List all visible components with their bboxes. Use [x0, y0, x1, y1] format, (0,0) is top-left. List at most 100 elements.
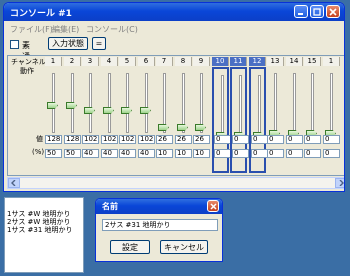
percent-cell[interactable]: 50 — [45, 149, 62, 158]
value-cell[interactable]: 128 — [45, 135, 62, 144]
sudori-checkbox[interactable] — [10, 40, 19, 49]
fader-track[interactable] — [145, 73, 148, 133]
percent-cell[interactable]: 0 — [304, 149, 321, 158]
console-title: コンソール #1 — [10, 9, 72, 19]
channel-column: 26 10 — [156, 67, 173, 173]
percent-cell[interactable]: 0 — [251, 149, 268, 158]
percent-cell[interactable]: 10 — [175, 149, 192, 158]
percent-cell[interactable]: 40 — [119, 149, 136, 158]
channel-header[interactable]: 5 — [119, 57, 136, 66]
fader-thumb[interactable] — [121, 107, 132, 114]
percent-cell[interactable]: 0 — [286, 149, 303, 158]
channel-header[interactable]: 11 — [230, 57, 247, 66]
close-icon — [209, 202, 217, 210]
ok-button[interactable]: 設定 — [110, 240, 150, 254]
value-cell[interactable]: 0 — [267, 135, 284, 144]
percent-cell[interactable]: 40 — [101, 149, 118, 158]
dialog-titlebar[interactable]: 名前 — [96, 199, 222, 214]
value-cell[interactable]: 0 — [232, 135, 249, 144]
channel-header[interactable]: 4 — [101, 57, 118, 66]
channel-header[interactable]: 9 — [193, 57, 210, 66]
input-state-button[interactable]: 入力状態 — [48, 37, 88, 50]
percent-cell[interactable]: 40 — [82, 149, 99, 158]
equals-button[interactable]: = — [92, 37, 106, 50]
channel-header[interactable]: 7 — [156, 57, 173, 66]
channel-column: 102 40 — [138, 67, 155, 173]
value-cell[interactable]: 102 — [119, 135, 136, 144]
fader-thumb[interactable] — [66, 102, 77, 109]
value-cell[interactable]: 0 — [323, 135, 340, 144]
scroll-left-button[interactable] — [8, 178, 20, 188]
channel-column: 26 10 — [193, 67, 210, 173]
fader-track[interactable] — [108, 73, 111, 133]
cancel-button[interactable]: キャンセル — [160, 240, 208, 254]
percent-cell[interactable]: 10 — [156, 149, 173, 158]
channel-header[interactable]: 14 — [286, 57, 303, 66]
horizontal-scrollbar[interactable] — [7, 177, 344, 189]
percent-cell[interactable]: 0 — [267, 149, 284, 158]
channel-header[interactable]: 13 — [267, 57, 284, 66]
fader-thumb[interactable] — [158, 124, 169, 131]
value-cell[interactable]: 102 — [82, 135, 99, 144]
channel-header[interactable]: 10 — [212, 57, 229, 66]
menu-edit[interactable]: 編集(E) — [52, 24, 79, 35]
fader-track[interactable] — [89, 73, 92, 133]
menu-file[interactable]: ファイル(F) — [10, 24, 53, 35]
channel-list[interactable]: 1サス #W 地明かり 2サス #W 地明かり 1サス #31 地明かり — [4, 197, 84, 273]
value-cell[interactable]: 26 — [193, 135, 210, 144]
dialog-title: 名前 — [102, 202, 118, 211]
channel-header[interactable]: 12 — [249, 57, 266, 66]
fader-thumb[interactable] — [103, 107, 114, 114]
fader-thumb[interactable] — [195, 124, 206, 131]
channel-column: 00 — [230, 67, 249, 173]
value-cell[interactable]: 102 — [101, 135, 118, 144]
channel-header[interactable]: 2 — [64, 57, 81, 66]
minimize-button[interactable] — [294, 5, 308, 18]
fader-track[interactable] — [221, 75, 224, 135]
percent-cell[interactable]: 0 — [214, 149, 231, 158]
close-button[interactable] — [326, 5, 340, 18]
percent-cell[interactable]: 40 — [138, 149, 155, 158]
value-cell[interactable]: 0 — [286, 135, 303, 144]
fader-track[interactable] — [258, 75, 261, 135]
value-cell[interactable]: 102 — [138, 135, 155, 144]
fader-track[interactable] — [330, 73, 333, 133]
channel-header[interactable]: 8 — [175, 57, 192, 66]
fader-track[interactable] — [311, 73, 314, 133]
percent-cell[interactable]: 50 — [64, 149, 81, 158]
fader-track[interactable] — [239, 75, 242, 135]
maximize-button[interactable] — [310, 5, 324, 18]
console-titlebar[interactable]: コンソール #1 — [4, 3, 344, 21]
value-cell[interactable]: 0 — [214, 135, 231, 144]
name-input[interactable]: 2サス #31 地明かり — [102, 219, 218, 231]
channel-header[interactable]: 6 — [138, 57, 155, 66]
scroll-right-icon — [339, 180, 344, 186]
percent-cell[interactable]: 0 — [232, 149, 249, 158]
value-cell[interactable]: 26 — [175, 135, 192, 144]
value-cell[interactable]: 128 — [64, 135, 81, 144]
fader-track[interactable] — [293, 73, 296, 133]
dialog-close-button[interactable] — [207, 200, 219, 212]
percent-cell[interactable]: 10 — [193, 149, 210, 158]
menu-console[interactable]: コンソール(C) — [86, 24, 138, 35]
channel-header[interactable]: 1 — [323, 57, 340, 66]
fader-thumb[interactable] — [177, 124, 188, 131]
channel-header[interactable]: 15 — [304, 57, 321, 66]
fader-thumb[interactable] — [47, 102, 58, 109]
list-item[interactable]: 1サス #31 地明かり — [7, 225, 73, 235]
channel-column: 00 — [267, 67, 284, 173]
value-cell[interactable]: 0 — [304, 135, 321, 144]
value-cell[interactable]: 26 — [156, 135, 173, 144]
scroll-right-button[interactable] — [335, 178, 344, 188]
console-window: コンソール #1 ファイル(F) 編集(E) コンソール(C) 素通り 入力状態… — [3, 2, 345, 192]
fader-thumb[interactable] — [84, 107, 95, 114]
channel-header[interactable]: 1 — [45, 57, 62, 66]
fader-thumb[interactable] — [140, 107, 151, 114]
value-cell[interactable]: 0 — [251, 135, 268, 144]
close-icon — [329, 7, 337, 16]
fader-track[interactable] — [126, 73, 129, 133]
percent-cell[interactable]: 0 — [323, 149, 340, 158]
fader-track[interactable] — [274, 73, 277, 133]
channel-grid: チャンネル 動作 値 (%) 128 50 128 50 102 40 102 40 102 40… — [7, 55, 344, 176]
channel-header[interactable]: 3 — [82, 57, 99, 66]
